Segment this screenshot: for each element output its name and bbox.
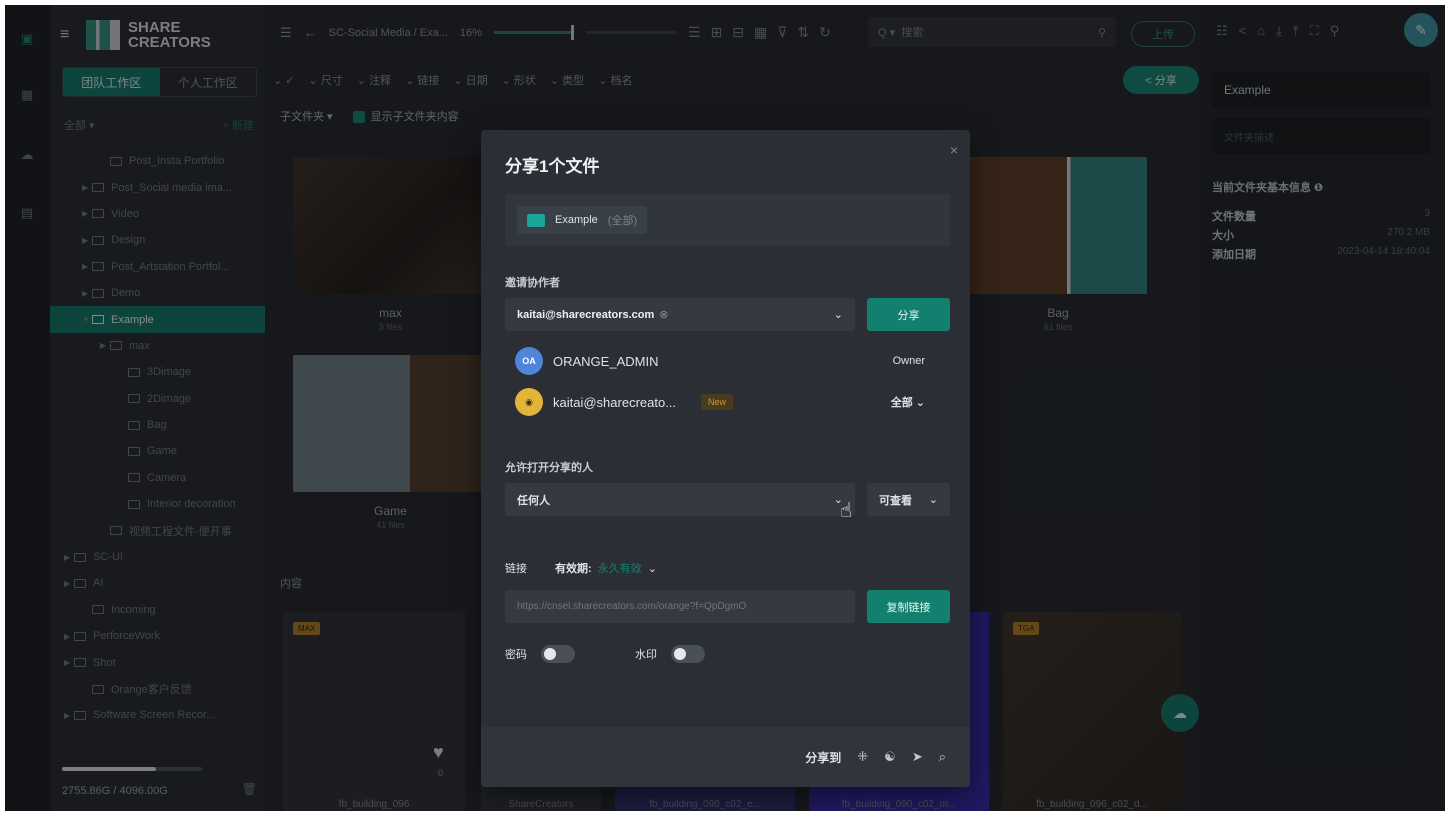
- password-label: 密码: [505, 649, 527, 661]
- option-toggles: 密码 水印: [505, 645, 705, 663]
- chevron-down-icon[interactable]: ⌄: [834, 308, 843, 321]
- share-to-bar: 分享到 ⁜ ☯ ➤ ⌕: [481, 727, 970, 787]
- permission-value: 可查看: [879, 494, 912, 507]
- folder-icon: [527, 213, 545, 227]
- shared-file-chip: Example (全部): [517, 206, 648, 234]
- access-scope-value: 任何人: [517, 494, 550, 507]
- invite-collaborator-input[interactable]: kaitai@sharecreators.com ⊗ ⌄: [505, 298, 855, 331]
- member-role: Owner: [892, 355, 925, 367]
- access-scope-dropdown[interactable]: 任何人 ⌄: [505, 483, 855, 516]
- copy-link-button[interactable]: 复制链接: [867, 590, 950, 623]
- shared-file-name: Example: [555, 214, 598, 226]
- shared-file-scope: (全部): [607, 215, 638, 227]
- mouse-cursor-icon: ☝: [840, 500, 853, 522]
- chevron-down-icon[interactable]: ⌄: [929, 493, 938, 506]
- dialog-title: 分享1个文件: [505, 157, 600, 176]
- watermark-label: 水印: [635, 649, 657, 661]
- password-toggle-group: 密码: [505, 645, 575, 663]
- link-label: 链接: [505, 563, 527, 575]
- password-toggle[interactable]: [541, 645, 575, 663]
- chat-icon[interactable]: ⌕: [939, 749, 946, 765]
- invite-share-button[interactable]: 分享: [867, 298, 950, 331]
- slack-icon[interactable]: ⁜: [857, 749, 868, 765]
- validity-dropdown[interactable]: 有效期: 永久有效 ⌄: [555, 560, 657, 576]
- share-to-label: 分享到: [805, 750, 842, 765]
- member-avatar: ◉: [515, 388, 543, 416]
- app-window: ▣ ▦ ☁ ▤ ≡ SHARE CREATORS 团队工作区 个人工作区 全部 …: [5, 5, 1445, 811]
- chevron-down-icon[interactable]: ⌄: [648, 563, 657, 575]
- wechat-icon[interactable]: ☯: [884, 749, 896, 765]
- member-name: ORANGE_ADMIN: [553, 353, 659, 369]
- shared-file-box: Example (全部): [505, 194, 950, 246]
- new-badge: New: [701, 394, 734, 410]
- send-icon[interactable]: ➤: [912, 749, 923, 765]
- member-avatar: OA: [515, 347, 543, 375]
- permission-dropdown[interactable]: 可查看 ⌄: [867, 483, 950, 516]
- remove-tag-icon[interactable]: ⊗: [659, 309, 668, 321]
- member-row: ◉ kaitai@sharecreato... New 全部 ⌄: [515, 387, 945, 417]
- member-name: kaitai@sharecreato...: [553, 394, 677, 410]
- invitee-email-tag: kaitai@sharecreators.com: [517, 309, 655, 321]
- validity-value: 永久有效: [597, 563, 642, 575]
- watermark-toggle[interactable]: [671, 645, 705, 663]
- share-dialog: × 分享1个文件 Example (全部) 邀请协作者 kaitai@share…: [481, 130, 970, 787]
- member-row: OA ORANGE_ADMIN Owner: [515, 346, 945, 376]
- validity-label: 有效期:: [555, 563, 592, 575]
- member-permission-dropdown[interactable]: 全部 ⌄: [891, 394, 925, 410]
- allow-access-label: 允许打开分享的人: [505, 462, 593, 474]
- link-row: 链接 有效期: 永久有效 ⌄: [505, 560, 657, 576]
- share-link-field[interactable]: https://cnsel.sharecreators.com/orange?f…: [505, 590, 855, 623]
- watermark-toggle-group: 水印: [635, 645, 705, 663]
- close-icon[interactable]: ×: [950, 142, 958, 158]
- invite-label: 邀请协作者: [505, 277, 560, 289]
